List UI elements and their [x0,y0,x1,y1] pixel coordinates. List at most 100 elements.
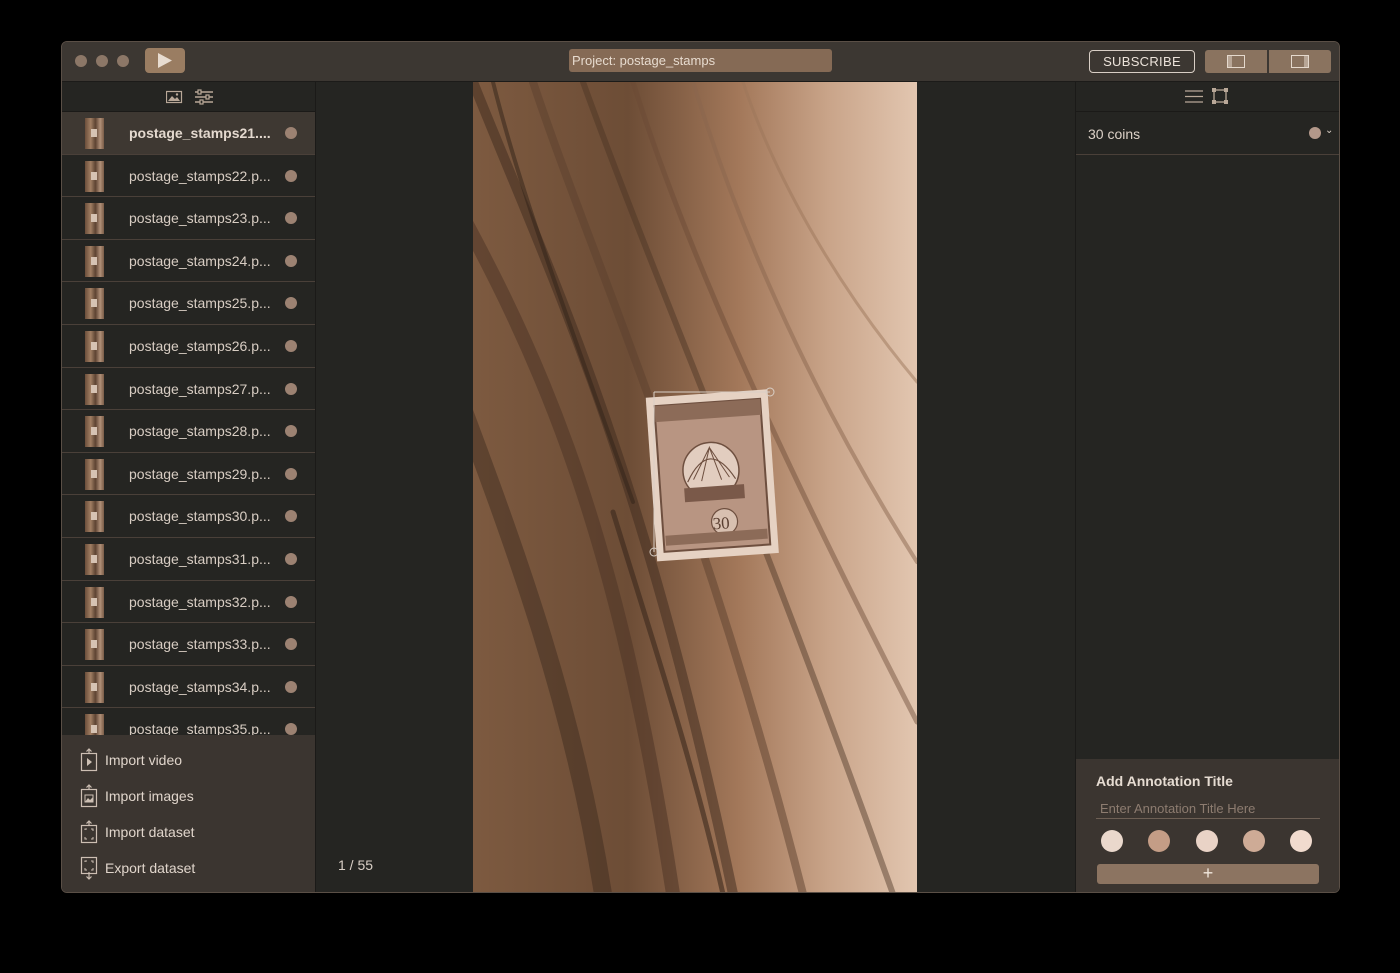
file-thumbnail [85,416,104,448]
toggle-right-panel-button[interactable] [1269,50,1331,73]
file-name: postage_stamps34.p... [129,678,271,695]
file-name: postage_stamps33.p... [129,636,271,653]
import-video-icon [80,748,98,772]
filter-sliders-icon[interactable] [195,89,213,105]
annotation-color-dot[interactable] [1309,127,1321,139]
file-list-item[interactable]: postage_stamps26.p... [62,325,315,368]
file-list-item[interactable]: postage_stamps27.p... [62,368,315,411]
file-list-item[interactable]: postage_stamps34.p... [62,666,315,709]
annotated-image[interactable]: 30 [473,82,917,892]
file-name: postage_stamps30.p... [129,508,271,525]
export-dataset-icon [80,856,98,880]
play-icon [158,53,172,68]
import-dataset-label: Import dataset [105,824,195,840]
add-annotation-panel: Add Annotation Title + [1076,759,1339,892]
file-thumbnail [85,160,104,192]
file-name: postage_stamps23.p... [129,210,271,227]
export-dataset-label: Export dataset [105,860,196,876]
file-list-item[interactable]: postage_stamps29.p... [62,453,315,496]
file-name: postage_stamps21.... [129,125,271,141]
file-list-item[interactable]: postage_stamps35.p... [62,708,315,736]
file-thumbnail [85,330,104,362]
file-thumbnail [85,714,104,736]
file-thumbnail [85,203,104,235]
file-name: postage_stamps32.p... [129,593,271,610]
status-dot [285,723,297,736]
file-list-item[interactable]: postage_stamps25.p... [62,282,315,325]
add-annotation-button[interactable]: + [1097,864,1319,884]
status-dot [285,510,297,523]
file-list-item[interactable]: postage_stamps21.... [62,112,315,155]
right-panel: 30 coins ⌄ Add Annotation Title + [1075,82,1339,892]
color-swatch-4[interactable] [1243,830,1265,852]
file-thumbnail [85,586,104,618]
import-dataset-icon [80,820,98,844]
file-thumbnail [85,543,104,575]
status-dot [285,339,297,352]
import-video-label: Import video [105,752,183,768]
project-title[interactable]: Project: postage_stamps [569,49,832,72]
annotation-label: 30 coins [1088,126,1141,142]
annotation-item[interactable]: 30 coins ⌄ [1076,112,1339,155]
file-thumbnail [85,288,104,320]
color-swatch-3[interactable] [1196,830,1218,852]
file-list: postage_stamps21.... postage_stamps22.p..… [62,112,315,736]
minimize-window-button[interactable] [96,55,108,67]
file-list-item[interactable]: postage_stamps33.p... [62,623,315,666]
annotations-toolbar [1076,82,1339,112]
color-swatch-5[interactable] [1290,830,1312,852]
status-dot [285,467,297,480]
color-swatch-2[interactable] [1148,830,1170,852]
images-icon[interactable] [166,89,184,104]
image-canvas: 30 1 / 55 [316,82,1075,892]
file-list-item[interactable]: postage_stamps22.p... [62,155,315,198]
file-name: postage_stamps22.p... [129,167,271,184]
file-name: postage_stamps25.p... [129,295,271,312]
subscribe-button[interactable]: SUBSCRIBE [1089,50,1195,73]
import-images-icon [80,784,98,808]
file-thumbnail [85,458,104,490]
play-button[interactable] [145,48,185,73]
status-dot [285,552,297,565]
file-list-item[interactable]: postage_stamps28.p... [62,410,315,453]
bounding-box-tool-icon[interactable] [1211,87,1229,105]
file-thumbnail [85,629,104,661]
wood-photo: 30 [473,82,917,892]
file-list-item[interactable]: postage_stamps23.p... [62,197,315,240]
status-dot [285,297,297,310]
file-thumbnail [85,245,104,277]
file-list-item[interactable]: postage_stamps32.p... [62,581,315,624]
file-thumbnail [85,501,104,533]
zoom-window-button[interactable] [117,55,129,67]
close-window-button[interactable] [75,55,87,67]
status-dot [285,127,297,139]
list-icon[interactable] [1185,89,1203,104]
file-name: postage_stamps26.p... [129,337,271,354]
file-thumbnail [85,373,104,405]
chevron-down-icon[interactable]: ⌄ [1325,125,1333,136]
file-name: postage_stamps27.p... [129,380,271,397]
left-sidebar: postage_stamps21.... postage_stamps22.p..… [62,82,316,892]
sidebar-toolbar [62,82,315,112]
status-dot [285,638,297,651]
file-list-item[interactable]: postage_stamps30.p... [62,495,315,538]
status-dot [285,595,297,608]
import-panel: Import video Import images Import datase… [62,735,315,892]
file-thumbnail [85,118,104,149]
file-list-item[interactable]: postage_stamps31.p... [62,538,315,581]
add-annotation-title: Add Annotation Title [1096,773,1233,789]
toggle-left-panel-button[interactable] [1205,50,1267,73]
color-swatch-1[interactable] [1101,830,1123,852]
app-window: Project: postage_stamps SUBSCRIBE postag… [61,41,1340,893]
file-list-item[interactable]: postage_stamps24.p... [62,240,315,283]
status-dot [285,169,297,182]
title-bar: Project: postage_stamps SUBSCRIBE [62,42,1339,82]
file-name: postage_stamps24.p... [129,252,271,269]
file-name: postage_stamps31.p... [129,550,271,567]
page-counter: 1 / 55 [338,857,374,873]
file-name: postage_stamps35.p... [129,721,271,736]
annotation-title-input[interactable] [1096,799,1320,819]
stamp-value-text: 30 [712,513,730,533]
status-dot [285,425,297,438]
sidebar-right-icon [1291,55,1309,68]
